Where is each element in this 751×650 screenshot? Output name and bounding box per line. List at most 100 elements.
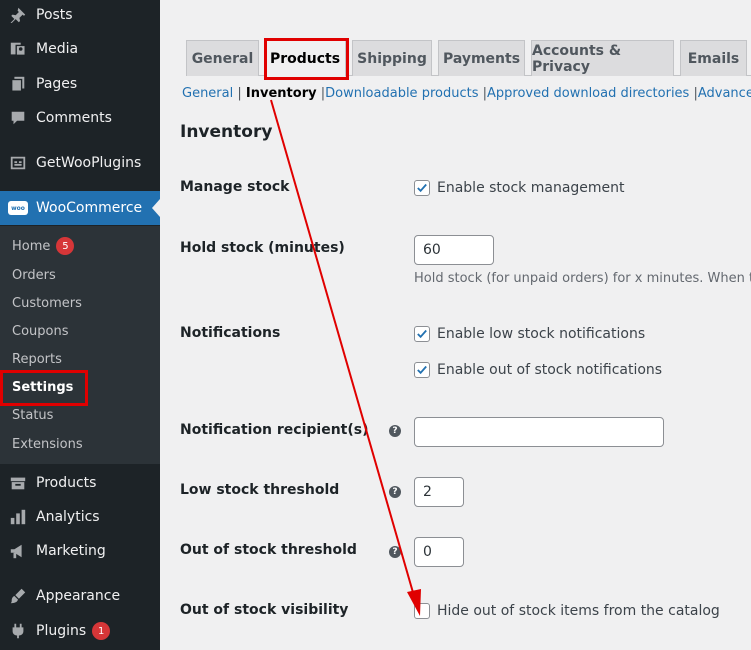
admin-sidebar: Posts Media Pages Comments GetWooPlugins… xyxy=(0,0,160,650)
tab-label: Payments xyxy=(442,50,521,67)
submenu-label: Home xyxy=(12,238,51,254)
help-icon[interactable]: ? xyxy=(389,425,401,437)
plugins-badge: 1 xyxy=(92,622,111,640)
menu-label: GetWooPlugins xyxy=(36,155,142,171)
menu-analytics[interactable]: Analytics xyxy=(0,500,160,534)
section-title: Inventory xyxy=(180,122,273,142)
tab-products[interactable]: Products xyxy=(264,40,346,77)
submenu-reports[interactable]: Reports xyxy=(12,347,62,371)
tab-accounts-privacy[interactable]: Accounts & Privacy xyxy=(531,40,674,76)
menu-products[interactable]: Products xyxy=(0,466,160,500)
hide-out-of-stock-checkbox[interactable] xyxy=(414,603,430,619)
marketing-icon xyxy=(0,542,36,560)
visibility-label: Out of stock visibility xyxy=(180,602,349,618)
woo-logo-text: woo xyxy=(8,201,28,215)
menu-label: Pages xyxy=(36,76,78,92)
tab-payments[interactable]: Payments xyxy=(438,40,525,76)
checkmark-icon xyxy=(417,365,427,375)
menu-label: Plugins xyxy=(36,623,87,639)
settings-tabs: General Products Shipping Payments Accou… xyxy=(186,40,751,77)
hold-stock-input[interactable]: 60 xyxy=(414,235,494,265)
subnav-general[interactable]: General xyxy=(182,86,233,101)
manage-stock-option[interactable]: Enable stock management xyxy=(414,180,625,196)
subnav-sep: | xyxy=(237,86,242,101)
menu-label: Posts xyxy=(36,7,73,23)
analytics-icon xyxy=(0,508,36,526)
menu-label: WooCommerce xyxy=(36,200,143,216)
menu-marketing[interactable]: Marketing xyxy=(0,534,160,568)
menu-label: Marketing xyxy=(36,543,106,559)
out-stock-notif-option[interactable]: Enable out of stock notifications xyxy=(414,362,662,378)
tab-label: Products xyxy=(269,50,341,67)
submenu-orders[interactable]: Orders xyxy=(12,263,56,287)
hide-out-of-stock-text: Hide out of stock items from the catalog xyxy=(437,603,720,619)
menu-label: Comments xyxy=(36,110,112,126)
submenu-home[interactable]: Home 5 xyxy=(12,234,75,258)
notifications-label: Notifications xyxy=(180,325,281,341)
pin-icon xyxy=(0,6,36,24)
menu-appearance[interactable]: Appearance xyxy=(0,579,160,613)
out-stock-notif-text: Enable out of stock notifications xyxy=(437,362,663,378)
out-threshold-input[interactable]: 0 xyxy=(414,537,464,567)
tab-general[interactable]: General xyxy=(186,40,259,76)
menu-posts[interactable]: Posts xyxy=(0,0,160,32)
low-stock-notif-text: Enable low stock notifications xyxy=(437,326,646,342)
tab-shipping[interactable]: Shipping xyxy=(352,40,432,76)
submenu-label: Customers xyxy=(12,295,82,311)
submenu-label: Orders xyxy=(12,267,56,283)
submenu-coupons[interactable]: Coupons xyxy=(12,319,69,343)
menu-woocommerce[interactable]: woo WooCommerce xyxy=(0,191,160,225)
menu-comments[interactable]: Comments xyxy=(0,101,160,135)
help-icon[interactable]: ? xyxy=(389,546,401,558)
recipient-input[interactable] xyxy=(414,417,664,447)
low-threshold-input[interactable]: 2 xyxy=(414,477,464,507)
help-icon[interactable]: ? xyxy=(389,486,401,498)
brush-icon xyxy=(0,587,36,605)
products-icon xyxy=(0,474,36,492)
settings-main: General Products Shipping Payments Accou… xyxy=(160,0,751,650)
submenu-label: Status xyxy=(12,407,54,423)
submenu-label: Extensions xyxy=(12,436,83,452)
hold-stock-label: Hold stock (minutes) xyxy=(180,240,345,256)
woo-icon: woo xyxy=(0,201,36,215)
tab-emails[interactable]: Emails xyxy=(680,40,747,76)
submenu-extensions[interactable]: Extensions xyxy=(12,432,83,456)
low-stock-notif-checkbox[interactable] xyxy=(414,326,430,342)
menu-label: Media xyxy=(36,41,79,57)
products-subnav: General | Inventory |Downloadable produc… xyxy=(182,86,751,101)
menu-pages[interactable]: Pages xyxy=(0,67,160,101)
recipient-label: Notification recipient(s) xyxy=(180,422,369,438)
menu-label: Analytics xyxy=(36,509,100,525)
checkmark-icon xyxy=(417,183,427,193)
tab-label: Shipping xyxy=(357,50,427,67)
subnav-inventory[interactable]: Inventory xyxy=(246,86,317,101)
subnav-downloadable[interactable]: Downloadable products xyxy=(325,86,478,101)
plugin-icon xyxy=(0,154,36,172)
hide-out-of-stock-option[interactable]: Hide out of stock items from the catalog xyxy=(414,603,720,619)
submenu-label: Reports xyxy=(12,351,62,367)
subnav-advanced[interactable]: Advanced xyxy=(698,86,751,101)
submenu-customers[interactable]: Customers xyxy=(12,291,82,315)
tab-label: Accounts & Privacy xyxy=(532,42,622,75)
menu-plugins[interactable]: Plugins 1 xyxy=(0,614,160,648)
menu-getwooplugins[interactable]: GetWooPlugins xyxy=(0,146,160,180)
woocommerce-submenu: Home 5 Orders Customers Coupons Reports … xyxy=(0,226,160,464)
tab-label: Emails xyxy=(687,50,740,67)
submenu-settings[interactable]: Settings xyxy=(12,375,73,399)
home-badge: 5 xyxy=(56,237,75,255)
out-stock-notif-checkbox[interactable] xyxy=(414,362,430,378)
pages-icon xyxy=(0,75,36,93)
checkmark-icon xyxy=(417,329,427,339)
manage-stock-text: Enable stock management xyxy=(437,180,625,196)
menu-media[interactable]: Media xyxy=(0,32,160,66)
low-stock-notif-option[interactable]: Enable low stock notifications xyxy=(414,326,645,342)
subnav-approved[interactable]: Approved download directories xyxy=(487,86,689,101)
low-threshold-label: Low stock threshold xyxy=(180,482,340,498)
tab-label: General xyxy=(191,50,254,67)
submenu-status[interactable]: Status xyxy=(12,403,53,427)
submenu-label: Settings xyxy=(12,379,74,395)
manage-stock-label: Manage stock xyxy=(180,179,290,195)
manage-stock-checkbox[interactable] xyxy=(414,180,430,196)
active-pointer xyxy=(152,199,160,217)
menu-label: Appearance xyxy=(36,588,121,604)
